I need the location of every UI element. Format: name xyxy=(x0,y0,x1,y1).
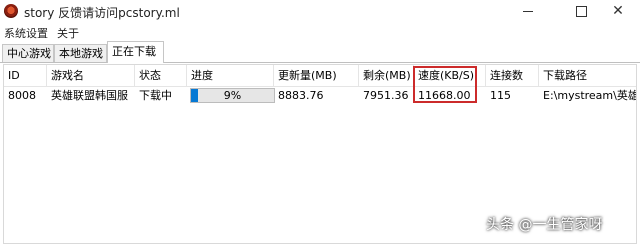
app-globe-icon xyxy=(4,4,18,18)
col-status[interactable]: 状态 xyxy=(135,65,187,86)
download-progress-bar: 9% xyxy=(190,88,275,103)
col-remaining[interactable]: 剩余(MB) xyxy=(359,65,414,86)
col-update-size[interactable]: 更新量(MB) xyxy=(274,65,359,86)
row-status: 下载中 xyxy=(139,89,172,102)
row-id: 8008 xyxy=(8,89,36,102)
progress-label: 9% xyxy=(223,89,242,102)
row-connections: 115 xyxy=(490,89,511,102)
menu-about[interactable]: 关于 xyxy=(57,25,79,41)
menu-system-settings[interactable]: 系统设置 xyxy=(4,25,48,41)
minimize-icon xyxy=(523,10,533,12)
maximize-icon xyxy=(575,5,587,17)
col-download-path[interactable]: 下载路径 xyxy=(539,65,636,86)
speed-highlight-box xyxy=(413,66,477,103)
close-button[interactable]: ✕ xyxy=(596,0,640,24)
col-connections[interactable]: 连接数 xyxy=(486,65,539,86)
row-game-name: 英雄联盟韩国服 xyxy=(51,89,128,102)
tab-center-games[interactable]: 中心游戏 xyxy=(2,44,54,62)
watermark-text: 头条 @一生管家呀 xyxy=(486,217,603,233)
tab-local-games[interactable]: 本地游戏 xyxy=(54,44,107,62)
col-progress[interactable]: 进度 xyxy=(187,65,274,86)
col-id[interactable]: ID xyxy=(4,65,47,86)
window-title: story 反馈请访问pcstory.ml xyxy=(24,6,180,20)
menu-bar: 系统设置 关于 xyxy=(0,24,640,41)
table-row[interactable]: 8008 英雄联盟韩国服 下载中 8883.76 7951.36 11668.0… xyxy=(4,87,636,105)
title-bar: story 反馈请访问pcstory.ml ✕ xyxy=(0,0,640,24)
close-icon: ✕ xyxy=(612,3,624,19)
tab-downloading[interactable]: 正在下载 xyxy=(107,41,164,63)
row-update-size: 8883.76 xyxy=(278,89,324,102)
list-header: ID 游戏名 状态 进度 更新量(MB) 剩余(MB) 速度(KB/S) 连接数… xyxy=(4,65,636,87)
minimize-button[interactable] xyxy=(506,0,550,24)
row-download-path: E:\mystream\英雄… xyxy=(543,89,636,102)
row-remaining: 7951.36 xyxy=(363,89,409,102)
col-game-name[interactable]: 游戏名 xyxy=(47,65,135,86)
